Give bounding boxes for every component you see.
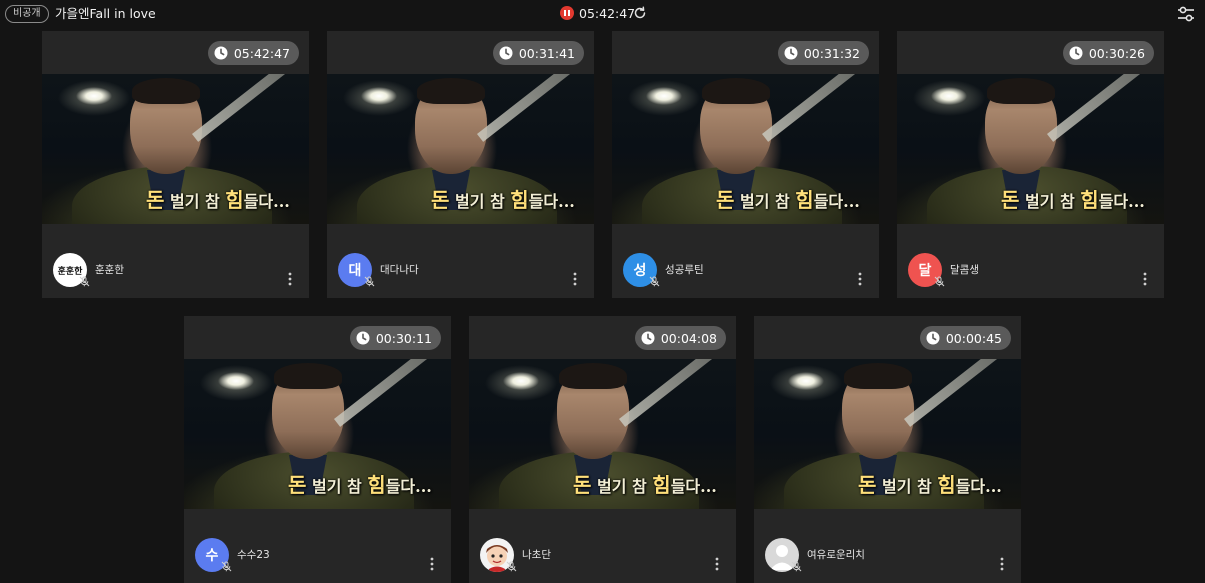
video-subtitle: 돈 벌기 참 힘들다... (431, 188, 575, 212)
video-figure-hair (417, 78, 485, 104)
video-subtitle: 돈 벌기 참 힘들다... (1001, 188, 1145, 212)
participant-tile[interactable]: 00:30:11 돈 벌기 참 힘들다... 수 수수23 (184, 316, 451, 583)
more-options-icon[interactable] (1140, 271, 1150, 287)
mic-muted-icon (934, 276, 945, 287)
participant-name: 대다나다 (380, 264, 419, 276)
mic-muted-icon (791, 561, 802, 572)
watch-time: 00:31:41 (518, 45, 575, 61)
participant-name: 달콤생 (950, 264, 979, 276)
participant-name: 나초단 (522, 549, 551, 561)
video-figure-hair (559, 363, 627, 389)
mic-muted-icon (506, 561, 517, 572)
watch-time: 00:04:08 (660, 330, 717, 346)
video-figure-hair (987, 78, 1055, 104)
watch-time: 00:00:45 (945, 330, 1002, 346)
video-seatbelt (904, 359, 1005, 427)
participant-tile[interactable]: 00:30:26 돈 벌기 참 힘들다... 달 달콤생 (897, 31, 1164, 298)
top-bar: 비공개 가을엔Fall in love 05:42:47 (0, 0, 1205, 28)
video-feed[interactable]: 돈 벌기 참 힘들다... (42, 74, 309, 224)
mic-muted-icon (79, 276, 90, 287)
video-figure-hair (702, 78, 770, 104)
video-feed[interactable]: 돈 벌기 참 힘들다... (897, 74, 1164, 224)
participant-name: 여유로운리치 (807, 549, 865, 561)
video-figure-hair (132, 78, 200, 104)
video-subtitle: 돈 벌기 참 힘들다... (573, 473, 717, 497)
watch-time: 00:31:32 (803, 45, 860, 61)
more-options-icon[interactable] (997, 556, 1007, 572)
video-seatbelt (334, 359, 435, 427)
private-badge: 비공개 (5, 5, 49, 23)
video-feed[interactable]: 돈 벌기 참 힘들다... (469, 359, 736, 509)
participant-tile[interactable]: 05:42:47 돈 벌기 참 힘들다... 훈훈한 훈훈한 (42, 31, 309, 298)
participant-name: 훈훈한 (95, 264, 124, 276)
watch-time-pill: 00:00:45 (919, 326, 1011, 350)
video-feed[interactable]: 돈 벌기 참 힘들다... (612, 74, 879, 224)
watch-time-pill: 00:31:32 (777, 41, 869, 65)
clock-icon (499, 46, 513, 60)
clock-icon (214, 46, 228, 60)
watch-time: 00:30:26 (1088, 45, 1145, 61)
participant-tile[interactable]: 00:00:45 돈 벌기 참 힘들다... 여유로운리치 (754, 316, 1021, 583)
watch-time-pill: 00:04:08 (634, 326, 726, 350)
video-subtitle: 돈 벌기 참 힘들다... (716, 188, 860, 212)
participant-tile[interactable]: 00:31:32 돈 벌기 참 힘들다... 성 성공루틴 (612, 31, 879, 298)
room-title: 가을엔Fall in love (55, 6, 156, 21)
watch-time-pill: 00:31:41 (492, 41, 584, 65)
video-subtitle: 돈 벌기 참 힘들다... (288, 473, 432, 497)
video-subtitle: 돈 벌기 참 힘들다... (858, 473, 1002, 497)
mic-muted-icon (649, 276, 660, 287)
participant-name: 수수23 (237, 549, 270, 561)
mic-muted-icon (364, 276, 375, 287)
watch-time: 05:42:47 (233, 45, 290, 61)
video-seatbelt (762, 74, 863, 142)
more-options-icon[interactable] (285, 271, 295, 287)
clock-icon (356, 331, 370, 345)
video-seatbelt (1047, 74, 1148, 142)
video-seatbelt (619, 359, 720, 427)
session-timer: 05:42:47 (579, 6, 636, 21)
video-seatbelt (192, 74, 293, 142)
video-subtitle: 돈 벌기 참 힘들다... (146, 188, 290, 212)
more-options-icon[interactable] (855, 271, 865, 287)
clock-icon (926, 331, 940, 345)
mic-muted-icon (221, 561, 232, 572)
video-feed[interactable]: 돈 벌기 참 힘들다... (327, 74, 594, 224)
watch-time-pill: 05:42:47 (207, 41, 299, 65)
more-options-icon[interactable] (427, 556, 437, 572)
video-figure-hair (274, 363, 342, 389)
watch-time-pill: 00:30:26 (1062, 41, 1154, 65)
watch-time: 00:30:11 (375, 330, 432, 346)
avatar-logo-text: 훈훈한 (57, 266, 83, 277)
participant-tile[interactable]: 00:31:41 돈 벌기 참 힘들다... 대 대다나다 (327, 31, 594, 298)
video-feed[interactable]: 돈 벌기 참 힘들다... (754, 359, 1021, 509)
pause-recording-icon[interactable] (560, 6, 574, 20)
participant-tile[interactable]: 00:04:08 돈 벌기 참 힘들다... 나초단 (469, 316, 736, 583)
refresh-icon[interactable] (633, 6, 647, 20)
watch-time-pill: 00:30:11 (349, 326, 441, 350)
clock-icon (641, 331, 655, 345)
video-feed[interactable]: 돈 벌기 참 힘들다... (184, 359, 451, 509)
clock-icon (1069, 46, 1083, 60)
more-options-icon[interactable] (712, 556, 722, 572)
clock-icon (784, 46, 798, 60)
more-options-icon[interactable] (570, 271, 580, 287)
video-figure-hair (844, 363, 912, 389)
video-seatbelt (477, 74, 578, 142)
settings-sliders-icon[interactable] (1176, 5, 1196, 23)
participant-name: 성공루틴 (665, 264, 704, 276)
